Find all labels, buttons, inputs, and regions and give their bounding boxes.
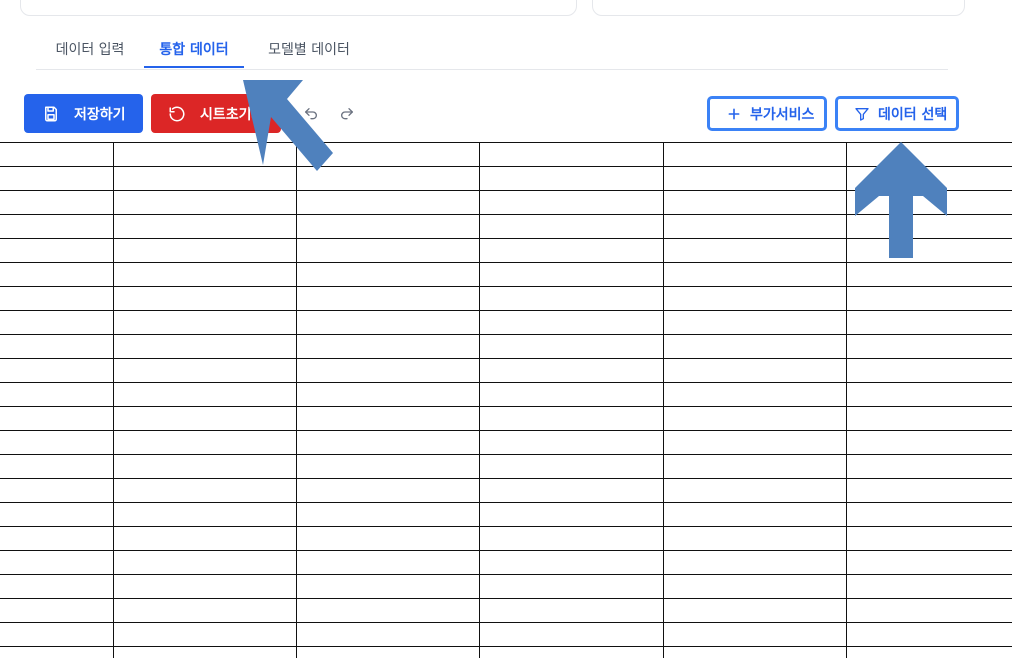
select-button-label: 데이터 선택 (878, 106, 948, 123)
filter-icon (854, 106, 870, 122)
annotation-arrow-up-icon (855, 142, 947, 258)
tab-bar: 데이터 입력 통합 데이터 모델별 데이터 (36, 32, 948, 70)
save-button[interactable]: 저장하기 (24, 94, 143, 133)
tab-integrated-data[interactable]: 통합 데이터 (144, 32, 244, 68)
top-right-card (592, 0, 965, 16)
addon-button-label: 부가서비스 (750, 106, 815, 123)
save-button-label: 저장하기 (74, 106, 126, 123)
data-select-button[interactable]: 데이터 선택 (835, 96, 959, 131)
save-icon (42, 105, 60, 123)
top-left-card (20, 0, 577, 16)
annotation-arrow-diagonal-icon (243, 80, 333, 171)
plus-icon (726, 106, 742, 122)
tab-data-input[interactable]: 데이터 입력 (36, 32, 144, 68)
active-tab-indicator (144, 66, 244, 68)
app-page: 데이터 입력 통합 데이터 모델별 데이터 저장하기 시트초기화 부가서비스 데… (0, 0, 1012, 658)
addon-service-button[interactable]: 부가서비스 (707, 96, 827, 131)
tab-model-data[interactable]: 모델별 데이터 (252, 32, 366, 68)
reset-icon (168, 105, 186, 123)
